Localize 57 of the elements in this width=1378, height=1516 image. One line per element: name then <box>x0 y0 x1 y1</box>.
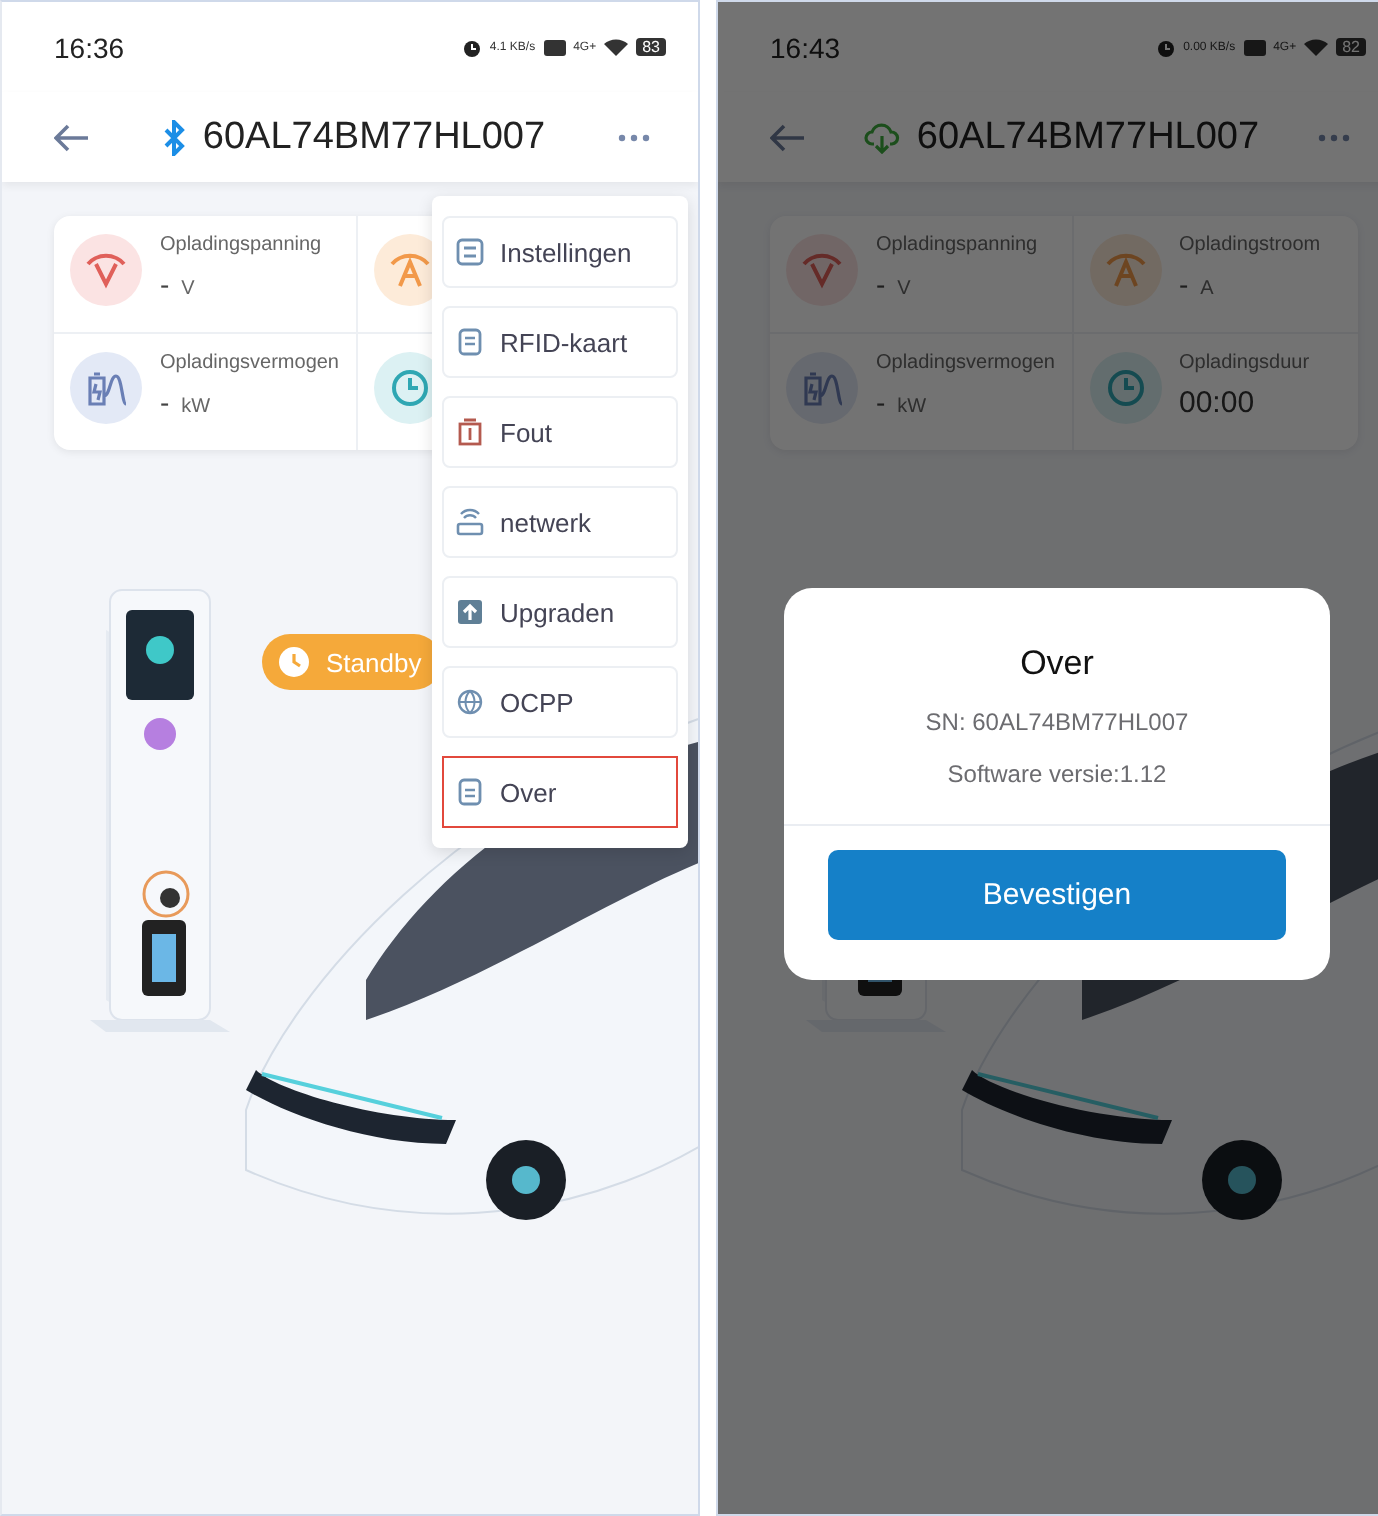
metric-label: Opladingstroom <box>1179 234 1321 256</box>
router-icon <box>456 508 484 536</box>
battery-level: 83 <box>636 38 666 56</box>
menu-item[interactable]: RFID-kaart <box>442 306 678 378</box>
metric-unit: V <box>897 278 911 300</box>
device-title: 60AL74BM77HL007 <box>202 115 546 159</box>
device-title: 60AL74BM77HL007 <box>916 115 1260 159</box>
menu-item[interactable]: netwerk <box>442 486 678 558</box>
metric-unit: V <box>181 278 195 300</box>
bluetooth-icon <box>162 119 187 155</box>
more-icon[interactable] <box>617 133 650 141</box>
current-icon <box>1089 234 1161 306</box>
metric-unit: A <box>1200 278 1214 300</box>
clock-icon <box>278 646 310 678</box>
cloud-download-icon <box>864 121 901 153</box>
voltage-icon <box>786 234 858 306</box>
menu-item[interactable]: Over <box>442 756 678 828</box>
menu-item[interactable]: OCPP <box>442 666 678 738</box>
back-arrow-icon[interactable] <box>770 123 806 151</box>
dialog-text: SN: 60AL74BM77HL007 <box>925 708 1189 736</box>
metric-label: Opladingsduur <box>1179 352 1310 374</box>
dialog-title: Over <box>1020 644 1094 684</box>
wifi-icon <box>1304 38 1329 56</box>
voltage-icon <box>70 234 142 306</box>
confirm-button[interactable]: Bevestigen <box>828 850 1286 940</box>
battery-level: 82 <box>1336 38 1366 56</box>
metric-value: - <box>876 268 886 300</box>
upload-icon <box>456 598 484 626</box>
document-icon <box>456 328 484 356</box>
menu-item[interactable]: Fout <box>442 396 678 468</box>
metric-label: Opladingsvermogen <box>160 352 339 374</box>
metric-label: Opladingspanning <box>160 234 322 256</box>
metric-label: Opladingspanning <box>876 234 1038 256</box>
status-time: 16:36 <box>54 31 125 63</box>
dialog-text: Software versie:1.12 <box>947 760 1167 788</box>
status-time: 16:43 <box>770 31 841 63</box>
standby-label: Standby <box>326 647 422 677</box>
info-icon <box>456 778 484 806</box>
metric-value: - <box>160 386 170 418</box>
alarm-icon <box>1155 37 1176 57</box>
metric-value: - <box>160 268 170 300</box>
power-icon <box>70 352 142 424</box>
metric-label: Opladingsvermogen <box>876 352 1055 374</box>
power-icon <box>786 352 858 424</box>
metric-unit: kW <box>181 396 211 418</box>
menu-item[interactable]: Instellingen <box>442 216 678 288</box>
wifi-icon <box>604 38 629 56</box>
metric-value: 00:00 <box>1179 386 1255 420</box>
globe-icon <box>456 688 484 716</box>
more-icon[interactable] <box>1317 133 1350 141</box>
alarm-icon <box>461 37 482 57</box>
duration-icon <box>1089 352 1161 424</box>
metric-value: - <box>876 386 886 418</box>
back-arrow-icon[interactable] <box>54 123 90 151</box>
metric-unit: kW <box>897 396 927 418</box>
menu-item[interactable]: Upgraden <box>442 576 678 648</box>
metric-value: - <box>1179 268 1189 300</box>
